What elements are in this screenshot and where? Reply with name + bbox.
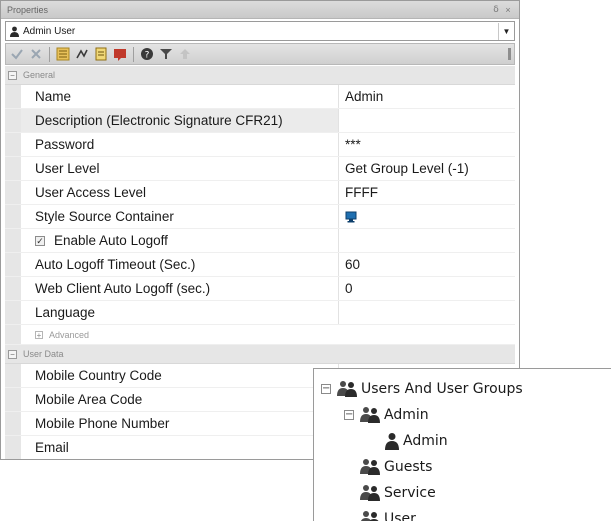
tree-node-root[interactable]: − Users And User Groups <box>321 377 523 401</box>
users-tree-panel: − Users And User Groups − Admin Admin Gu… <box>313 368 611 521</box>
property-value[interactable]: 60 <box>339 253 515 276</box>
property-name: Auto Logoff Timeout (Sec.) <box>21 253 339 276</box>
property-name: Description (Electronic Signature CFR21) <box>21 109 339 132</box>
property-name: User Access Level <box>21 181 339 204</box>
tree-node-label: Admin <box>403 433 448 449</box>
chevron-down-icon[interactable]: ▼ <box>498 22 514 40</box>
tree-node-label: Admin <box>384 407 429 423</box>
panel-title: Properties <box>7 4 49 15</box>
sort-icon[interactable] <box>74 46 90 62</box>
category-user-data[interactable]: − User Data <box>5 345 515 364</box>
tree-node-service[interactable]: Service <box>359 481 436 505</box>
property-name: User Level <box>21 157 339 180</box>
help-icon[interactable]: ? <box>139 46 155 62</box>
property-row[interactable]: User Access Level FFFF <box>5 181 515 205</box>
category-label: User Data <box>23 349 64 359</box>
property-name: Password <box>21 133 339 156</box>
document-icon[interactable] <box>93 46 109 62</box>
collapse-icon[interactable]: − <box>8 70 17 80</box>
property-value[interactable]: FFFF <box>339 181 515 204</box>
property-name: Mobile Area Code <box>21 388 339 411</box>
property-name: ✓ Enable Auto Logoff <box>21 229 339 252</box>
monitor-icon <box>345 211 357 222</box>
property-name: Name <box>21 85 339 108</box>
property-value[interactable] <box>339 301 515 324</box>
category-label: General <box>23 70 56 80</box>
panel-titlebar: Properties ẟ × <box>1 1 519 19</box>
collapse-icon[interactable]: − <box>8 349 17 359</box>
property-value[interactable]: Admin <box>339 85 515 108</box>
property-value[interactable] <box>339 205 515 228</box>
property-name: Language <box>21 301 339 324</box>
property-row[interactable]: Web Client Auto Logoff (sec.) 0 <box>5 277 515 301</box>
property-value[interactable] <box>339 109 515 132</box>
user-group-icon <box>359 458 381 476</box>
object-selector-value: Admin User <box>23 25 76 37</box>
user-group-icon <box>359 406 381 424</box>
user-group-icon <box>336 380 358 398</box>
tree-node-label: Service <box>384 485 436 501</box>
filter-icon[interactable] <box>158 46 174 62</box>
toolbar-grip[interactable] <box>508 48 511 60</box>
property-value[interactable]: *** <box>339 133 515 156</box>
category-label: Advanced <box>49 329 90 340</box>
property-row[interactable]: Password *** <box>5 133 515 157</box>
property-name: Mobile Phone Number <box>21 412 339 435</box>
tree-node-label: Users And User Groups <box>361 381 523 397</box>
property-row[interactable]: Auto Logoff Timeout (Sec.) 60 <box>5 253 515 277</box>
object-selector[interactable]: Admin User ▼ <box>5 21 515 41</box>
svg-text:?: ? <box>145 51 150 61</box>
category-general[interactable]: − General <box>5 66 515 85</box>
tree-node-user[interactable]: User <box>359 507 416 521</box>
property-row[interactable]: User Level Get Group Level (-1) <box>5 157 515 181</box>
close-icon[interactable]: × <box>503 5 513 15</box>
pin-icon[interactable]: ẟ <box>491 4 501 15</box>
toolbar-separator <box>133 46 134 62</box>
categorized-icon[interactable] <box>55 46 71 62</box>
property-row[interactable]: Language <box>5 301 515 325</box>
check-icon[interactable] <box>9 46 25 62</box>
remove-icon[interactable] <box>28 46 44 62</box>
tree-node-admin-user[interactable]: Admin <box>384 429 448 453</box>
favorite-icon[interactable] <box>112 46 128 62</box>
user-group-icon <box>359 510 381 521</box>
user-icon <box>384 432 400 450</box>
property-name: Email <box>21 436 339 459</box>
property-row[interactable]: ✓ Enable Auto Logoff <box>5 229 515 253</box>
property-name: Mobile Country Code <box>21 364 339 387</box>
collapse-icon[interactable]: − <box>344 410 354 420</box>
property-value[interactable]: 0 <box>339 277 515 300</box>
property-name: Style Source Container <box>21 205 339 228</box>
user-group-icon <box>359 484 381 502</box>
tree-node-admin-group[interactable]: − Admin <box>344 403 429 427</box>
tree-node-label: Guests <box>384 459 433 475</box>
property-row[interactable]: Style Source Container <box>5 205 515 229</box>
properties-toolbar: ? <box>5 43 515 65</box>
property-name: Web Client Auto Logoff (sec.) <box>21 277 339 300</box>
category-advanced[interactable]: + Advanced <box>5 325 515 345</box>
property-value[interactable] <box>339 229 515 252</box>
expand-icon[interactable]: + <box>35 330 43 339</box>
up-arrow-icon[interactable] <box>177 46 193 62</box>
user-icon <box>10 26 19 37</box>
enable-auto-logoff-checkbox[interactable]: ✓ <box>35 235 45 246</box>
property-row[interactable]: Name Admin <box>5 85 515 109</box>
tree-node-guests[interactable]: Guests <box>359 455 432 479</box>
checkbox-label: Enable Auto Logoff <box>54 233 168 248</box>
toolbar-separator <box>49 46 50 62</box>
property-row[interactable]: Description (Electronic Signature CFR21) <box>5 109 515 133</box>
property-value[interactable]: Get Group Level (-1) <box>339 157 515 180</box>
collapse-icon[interactable]: − <box>321 384 331 394</box>
